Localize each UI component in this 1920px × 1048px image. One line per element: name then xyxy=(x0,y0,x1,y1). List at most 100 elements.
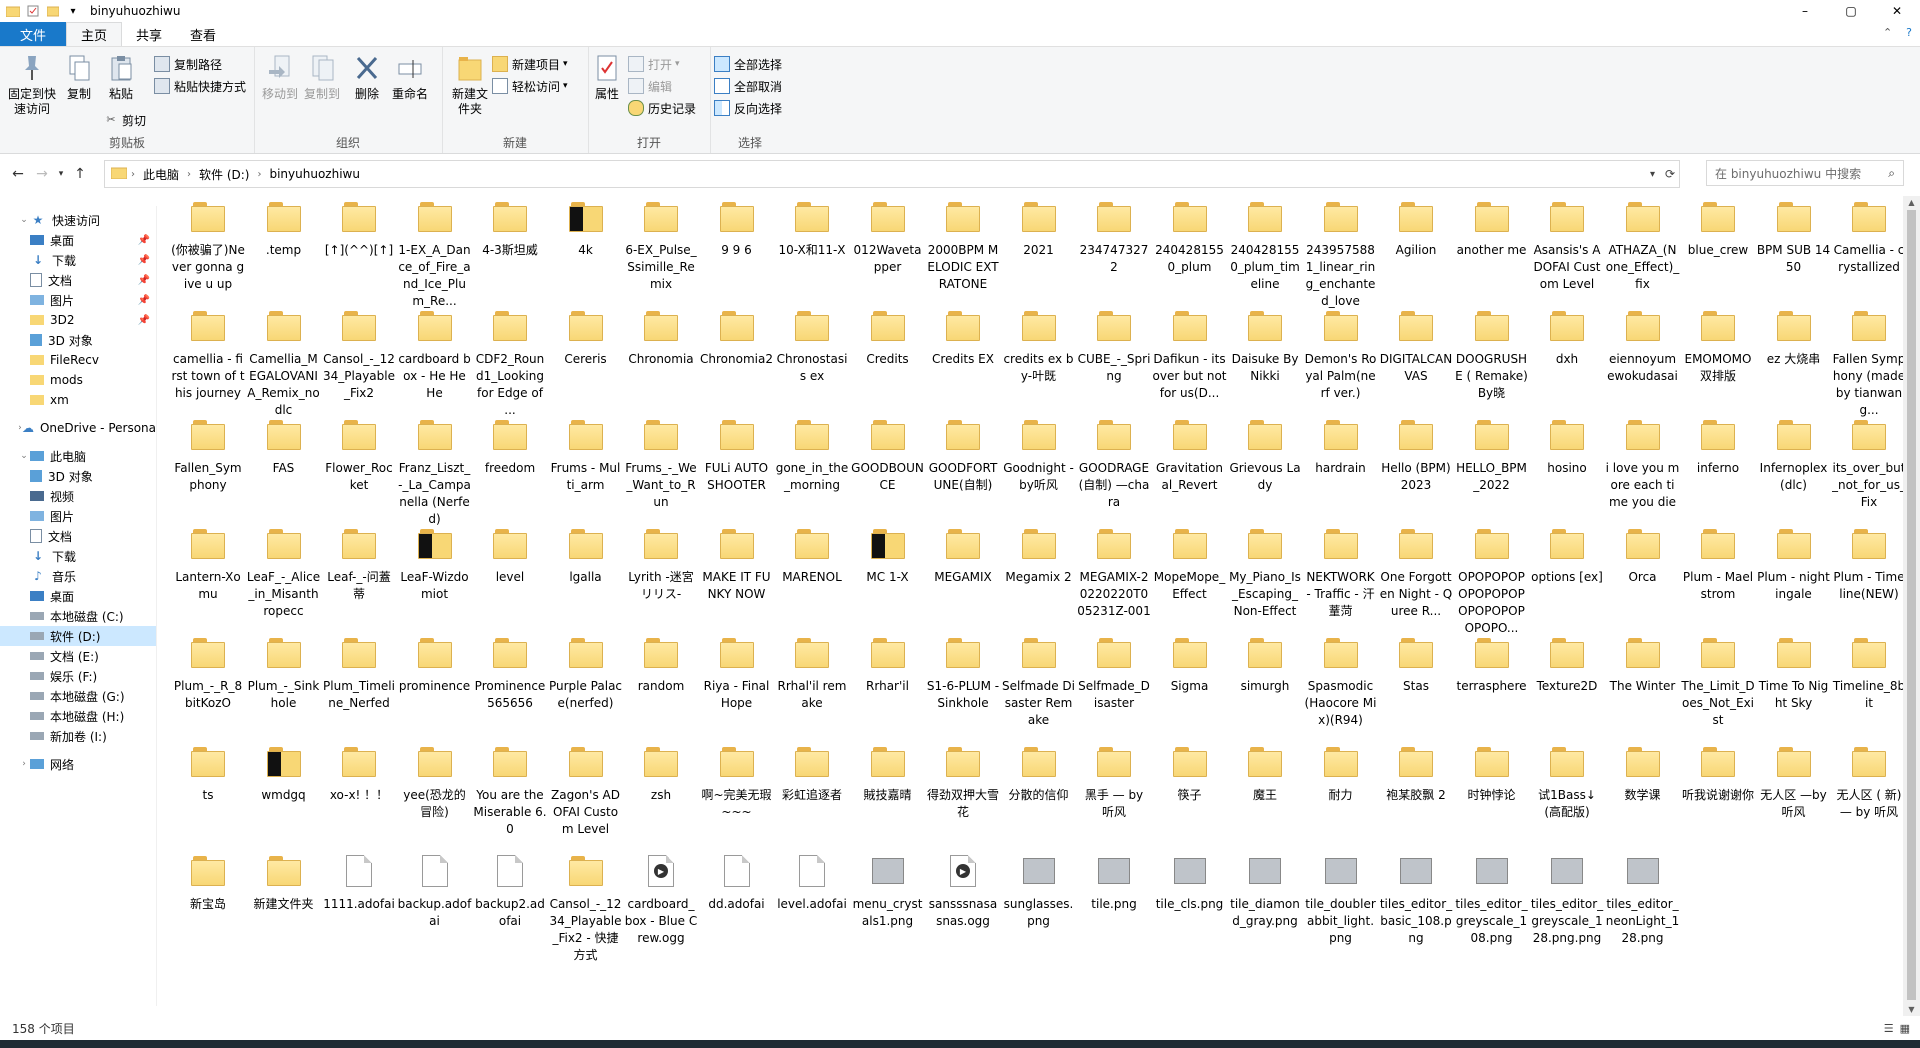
folder-item[interactable]: MEGAMIX-20220220T005231Z-001 xyxy=(1077,523,1151,620)
folder-item[interactable]: 时钟悖论 xyxy=(1456,741,1528,804)
copy-to-button[interactable]: 复制到 xyxy=(302,53,342,102)
file-item[interactable]: tiles_editor_greyscale_108.png xyxy=(1455,850,1528,947)
file-item[interactable]: tiles_editor_greyscale_128.png.png xyxy=(1531,850,1603,947)
close-button[interactable]: ✕ xyxy=(1874,0,1920,22)
folder-item[interactable]: The Winter xyxy=(1607,632,1679,695)
folder-item[interactable]: LeaF-Wizdomiot xyxy=(399,523,471,603)
search-input[interactable]: 在 binyuhuozhiwu 中搜索 ⌕ xyxy=(1706,160,1904,186)
folder-item[interactable]: Rrhar'il xyxy=(852,632,924,695)
nav-mods[interactable]: mods xyxy=(30,370,156,390)
history-button[interactable]: 历史记录 xyxy=(628,99,696,117)
folder-item[interactable]: GOODRAGE (自制) —chara xyxy=(1078,414,1150,511)
folder-item[interactable]: ATHAZA_(None_Effect)_fix xyxy=(1606,196,1679,293)
folder-item[interactable]: Prominence565656 xyxy=(474,632,546,712)
tab-share[interactable]: 共享 xyxy=(122,22,176,46)
nav-pictures[interactable]: 图片 📌 xyxy=(30,290,156,310)
folder-item[interactable]: Franz_Liszt_-_La_Campanella (Nerfed) xyxy=(398,414,471,528)
folder-item[interactable]: S1-6-PLUM - Sinkhole xyxy=(927,632,999,712)
folder-item[interactable]: One Forgotten Night - Quree R... xyxy=(1380,523,1452,620)
folder-item[interactable]: Demon's Royal Palm(nerf ver.) xyxy=(1305,305,1377,402)
folder-item[interactable]: 筷子 xyxy=(1154,741,1226,804)
folder-item[interactable]: Cansol_-_1234_Playable_Fix2 - 快捷方式 xyxy=(550,850,622,964)
folder-item[interactable]: ez 大烧串 xyxy=(1758,305,1830,368)
nav-network[interactable]: › 网络 xyxy=(0,754,156,774)
folder-item[interactable]: level xyxy=(474,523,546,586)
breadcrumb-this-pc[interactable]: 此电脑 xyxy=(143,166,179,183)
folder-item[interactable]: cardboard box - He He He xyxy=(398,305,471,402)
folder-item[interactable]: eiennoyumewokudasai xyxy=(1607,305,1679,385)
folder-item[interactable]: Time To Night Sky xyxy=(1758,632,1830,712)
folder-item[interactable]: Orca xyxy=(1607,523,1679,586)
folder-item[interactable]: Rrhal'il remake xyxy=(776,632,848,712)
nav-this-pc[interactable]: ⌄ 此电脑 xyxy=(0,446,156,466)
folder-item[interactable]: 无人区 ( 新) — by 听风 xyxy=(1833,741,1905,821)
nav-drive-e[interactable]: 文档 (E:) xyxy=(30,646,156,666)
folder-item[interactable]: 6-EX_Pulse_Ssimille_Remix xyxy=(625,196,697,293)
address-bar[interactable]: › 此电脑 › 软件 (D:) › binyuhuozhiwu ▾ ⟳ xyxy=(104,160,1680,188)
help-icon[interactable]: ? xyxy=(1906,26,1912,39)
folder-item[interactable]: hosino xyxy=(1531,414,1603,477)
nav-quick-access[interactable]: ⌄ ★ 快速访问 xyxy=(0,210,156,230)
folder-item[interactable]: hardrain xyxy=(1305,414,1377,477)
folder-item[interactable]: Chronomia xyxy=(625,305,697,368)
folder-item[interactable]: [↑](^^)[↑] xyxy=(323,196,395,259)
folder-item[interactable]: 2000BPM MELODIC EXTRATONE xyxy=(927,196,999,293)
tab-home[interactable]: 主页 xyxy=(66,22,123,46)
select-none-button[interactable]: 全部取消 xyxy=(714,77,782,95)
folder-item[interactable]: Frums - Multi_arm xyxy=(550,414,622,494)
scrollbar-thumb[interactable] xyxy=(1907,210,1916,1000)
paste-button[interactable]: 粘贴 xyxy=(104,53,138,102)
file-item[interactable]: menu_crystals1.png xyxy=(852,850,924,930)
folder-item[interactable]: Leaf-_-问蓋蒂 xyxy=(323,523,395,603)
folder-item[interactable]: terrasphere xyxy=(1456,632,1528,695)
folder-item[interactable]: FAS xyxy=(248,414,320,477)
nav-xm[interactable]: xm xyxy=(30,390,156,410)
folder-item[interactable]: BPM SUB 1450 xyxy=(1757,196,1830,276)
breadcrumb-current-folder[interactable]: binyuhuozhiwu xyxy=(269,167,359,181)
cut-button[interactable]: ✂ 剪切 xyxy=(104,111,146,129)
folder-item[interactable]: 黑手 — by 听风 xyxy=(1078,741,1150,821)
folder-item[interactable]: i love you more each time you die xyxy=(1606,414,1679,511)
properties-icon[interactable] xyxy=(26,4,40,18)
folder-item[interactable]: HELLO_BPM_2022 xyxy=(1456,414,1528,494)
nav-drive-h[interactable]: 本地磁盘 (H:) xyxy=(30,706,156,726)
folder-item[interactable]: LeaF_-_Alice_in_Misanthropecc xyxy=(247,523,320,620)
folder-item[interactable]: blue_crew xyxy=(1682,196,1754,259)
folder-item[interactable]: Selfmade Disaster Remake xyxy=(1002,632,1075,729)
folder-item[interactable]: DOOGRUSH E ( Remake) By晓 xyxy=(1455,305,1528,402)
folder-item[interactable]: Stas xyxy=(1380,632,1452,695)
folder-item[interactable]: 012Wavetapper xyxy=(852,196,924,276)
folder-item[interactable]: Plum - nightingale xyxy=(1757,523,1830,603)
folder-item[interactable]: Credits EX xyxy=(927,305,999,368)
address-history-chevron-icon[interactable]: ▾ xyxy=(1650,169,1655,180)
minimize-button[interactable]: – xyxy=(1782,0,1828,22)
nav-drive-d[interactable]: 软件 (D:) xyxy=(0,626,156,646)
nav-drive-c[interactable]: 本地磁盘 (C:) xyxy=(30,606,156,626)
copy-path-button[interactable]: 复制路径 xyxy=(154,55,222,73)
folder-item[interactable]: 袍某胶飘 2 xyxy=(1380,741,1452,804)
new-folder-icon[interactable] xyxy=(46,4,60,18)
move-to-button[interactable]: 移动到 xyxy=(260,53,300,102)
folder-item[interactable]: 4-3斯坦威 xyxy=(474,196,546,259)
breadcrumb-separator-icon[interactable]: › xyxy=(257,169,261,180)
folder-item[interactable]: 啊~完美无瑕~~~ xyxy=(701,741,773,821)
folder-item[interactable]: lgalla xyxy=(550,523,622,586)
folder-item[interactable]: ts xyxy=(172,741,244,804)
nav-downloads[interactable]: ↓ 下载 📌 xyxy=(30,250,156,270)
folder-item[interactable]: Agilion xyxy=(1380,196,1452,259)
folder-item[interactable]: My_Piano_Is_Escaping_Non-Effect xyxy=(1229,523,1301,620)
file-item[interactable]: backup.adofai xyxy=(398,850,471,930)
nav-3d-objects[interactable]: 3D 对象 xyxy=(30,330,156,350)
open-button[interactable]: 打开 ▾ xyxy=(628,55,680,73)
folder-item[interactable]: Infernoplex (dlc) xyxy=(1758,414,1830,494)
folder-item[interactable]: zsh xyxy=(625,741,697,804)
folder-item[interactable]: 听我说谢谢你 xyxy=(1682,741,1754,804)
large-icons-view-icon[interactable]: ▦ xyxy=(1900,1022,1910,1035)
folder-item[interactable]: 得劲双押大雪花 xyxy=(927,741,999,821)
nav-pc-desktop[interactable]: 桌面 xyxy=(30,586,156,606)
folder-item[interactable]: Plum - Timeline(NEW) xyxy=(1833,523,1905,603)
new-folder-button[interactable]: 新建文件夹 xyxy=(450,53,490,117)
folder-item[interactable]: (你被骗了)Never gonna give u up xyxy=(171,196,245,293)
nav-3d2[interactable]: 3D2 📌 xyxy=(30,310,156,330)
folder-item[interactable]: MopeMope_Effect xyxy=(1154,523,1226,603)
